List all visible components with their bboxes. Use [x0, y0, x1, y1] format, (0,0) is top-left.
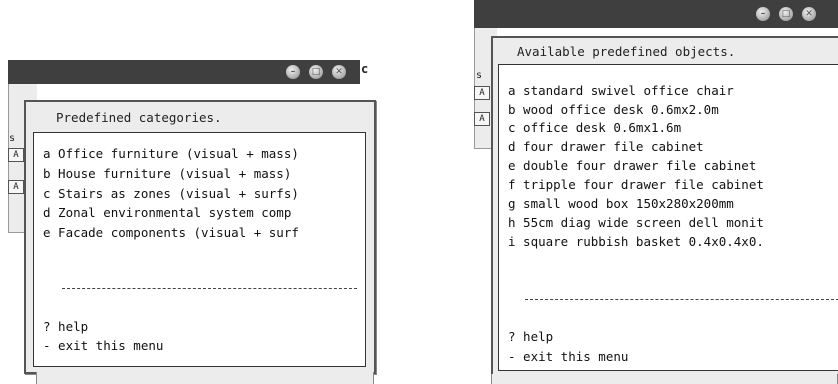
menu-item-tripple-cabinet[interactable]: f tripple four drawer file cabinet — [508, 177, 764, 192]
menu-item-dell-monitor[interactable]: h 55cm diag wide screen dell monit — [508, 215, 764, 230]
right-menu-dialog: Available predefined objects. a standard… — [491, 36, 838, 378]
menu-item-facade-components[interactable]: e Facade components (visual + surf — [43, 225, 299, 240]
right-bottom-strip — [491, 374, 838, 384]
menu-item-house-furniture[interactable]: b House furniture (visual + mass) — [43, 166, 291, 181]
menu-item-exit[interactable]: - exit this menu — [43, 338, 163, 353]
menu-item-wood-office-desk[interactable]: b wood office desk 0.6mx2.0m — [508, 102, 719, 117]
left-menu-list: a Office furniture (visual + mass) b Hou… — [33, 132, 366, 367]
menu-item-office-desk[interactable]: c office desk 0.6mx1.6m — [508, 120, 681, 135]
menu-item-office-furniture[interactable]: a Office furniture (visual + mass) — [43, 146, 299, 161]
menu-item-swivel-chair[interactable]: a standard swivel office chair — [508, 83, 734, 98]
right-side-label: s — [476, 70, 483, 81]
minimize-icon[interactable]: – — [756, 7, 770, 21]
right-menu-separator — [525, 299, 838, 300]
left-side-label: s — [9, 133, 16, 144]
menu-item-double-cabinet[interactable]: e double four drawer file cabinet — [508, 158, 756, 173]
menu-item-exit[interactable]: - exit this menu — [508, 349, 628, 364]
left-titlebar[interactable]: – □ ✕ — [8, 60, 360, 84]
menu-item-stairs-zones[interactable]: c Stairs as zones (visual + surfs) — [43, 186, 299, 201]
right-side-tab-1[interactable]: A — [474, 86, 490, 100]
left-menu-title: Predefined categories. — [56, 110, 222, 125]
right-window: – □ ✕ s A A Available predefined objects… — [460, 0, 838, 384]
left-menu-dialog: Predefined categories. a Office furnitur… — [24, 100, 376, 374]
right-menu-title: Available predefined objects. — [517, 44, 736, 59]
left-side-tab-2[interactable]: A — [8, 180, 24, 194]
menu-item-zonal-environmental[interactable]: d Zonal environmental system comp — [43, 205, 291, 220]
maximize-icon[interactable]: □ — [779, 7, 793, 21]
close-icon[interactable]: ✕ — [802, 7, 816, 21]
minimize-icon[interactable]: – — [286, 65, 300, 79]
menu-item-help[interactable]: ? help — [508, 329, 553, 344]
right-titlebar[interactable]: – □ ✕ — [474, 0, 838, 28]
right-menu-list: a standard swivel office chair b wood of… — [498, 64, 838, 371]
left-side-tab-1[interactable]: A — [8, 148, 24, 162]
menu-item-rubbish-basket[interactable]: i square rubbish basket 0.4x0.4x0. — [508, 234, 764, 249]
menu-item-wood-box[interactable]: g small wood box 150x280x200mm — [508, 196, 734, 211]
left-bottom-strip — [36, 372, 374, 384]
menu-item-four-drawer-cabinet[interactable]: d four drawer file cabinet — [508, 139, 704, 154]
left-menu-separator — [62, 288, 357, 289]
right-side-tab-2[interactable]: A — [474, 112, 490, 126]
maximize-icon[interactable]: □ — [309, 65, 323, 79]
left-title-fragment: c — [361, 62, 369, 76]
close-icon[interactable]: ✕ — [332, 65, 346, 79]
left-window: – □ ✕ c s A A Predefined categories. a O… — [0, 0, 390, 384]
menu-item-help[interactable]: ? help — [43, 319, 88, 334]
